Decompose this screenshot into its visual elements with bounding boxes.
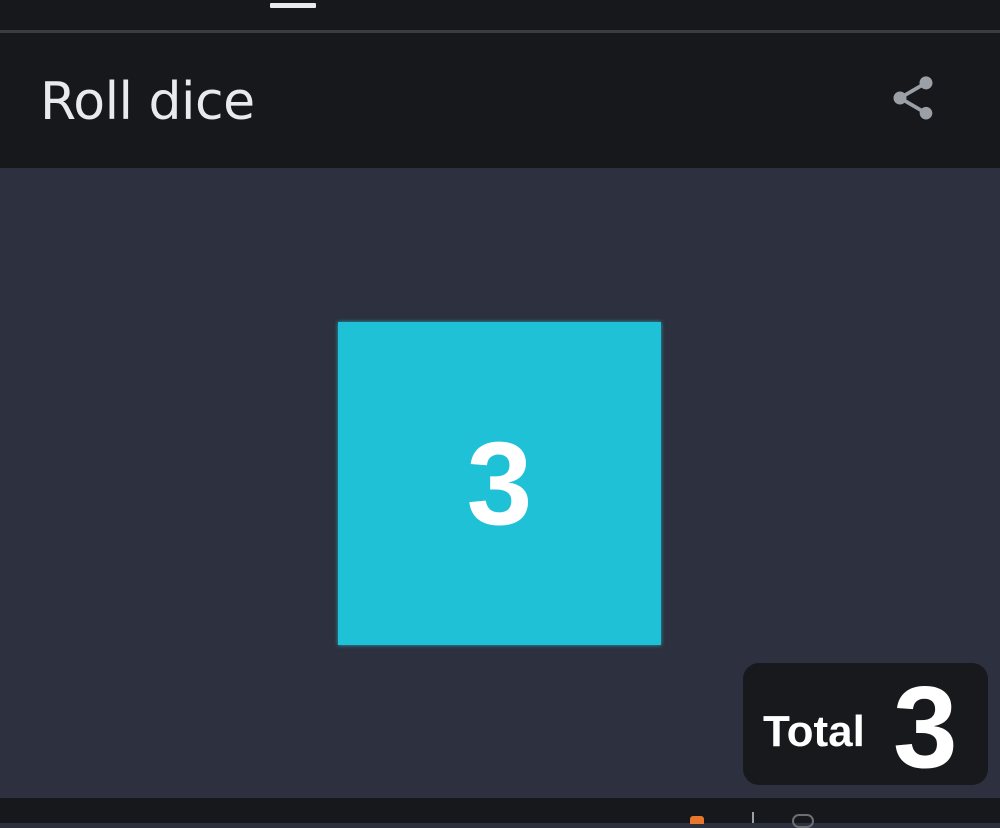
total-label: Total	[763, 707, 865, 756]
bottom-separator	[752, 812, 754, 823]
bottom-bar	[0, 798, 1000, 828]
total-value: 3	[893, 662, 958, 792]
die[interactable]: 3	[338, 322, 661, 645]
share-button[interactable]	[878, 63, 948, 133]
dice-area: 3 Total 3	[0, 168, 1000, 798]
total-panel: Total 3	[743, 663, 988, 785]
share-icon	[893, 76, 933, 120]
active-tab-indicator	[270, 3, 316, 8]
app-header: Roll dice	[0, 33, 1000, 168]
die-value: 3	[466, 417, 533, 550]
bottom-partial-icon	[792, 814, 814, 828]
top-tab-strip	[0, 0, 1000, 30]
page-title: Roll dice	[40, 72, 255, 132]
